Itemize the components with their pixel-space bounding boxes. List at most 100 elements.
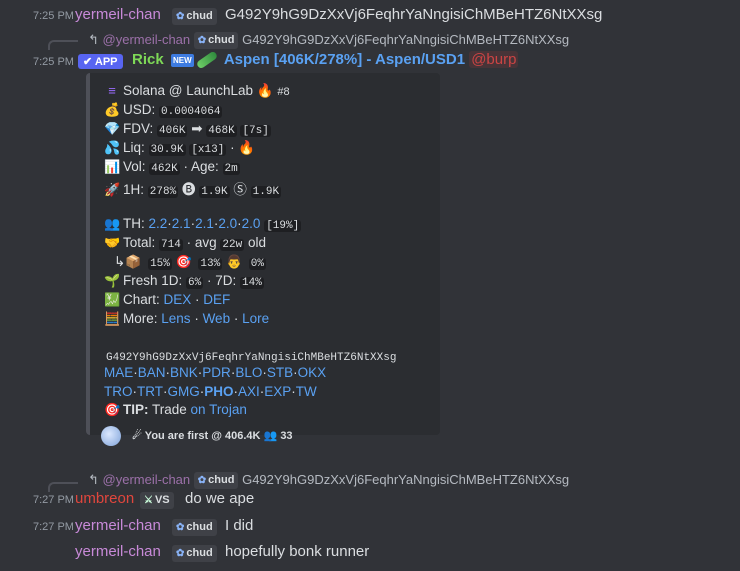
fresh-7d: 14% <box>240 277 264 289</box>
platform-link[interactable]: TRO <box>104 384 133 399</box>
pill-icon <box>195 50 218 70</box>
age-value: 2m <box>222 163 240 175</box>
contract-address[interactable]: G492Y9hG9DzXxVj6FeqhrYaNngisiChMBeHTZ6Nt… <box>104 352 398 364</box>
chart-link[interactable]: DEF <box>203 292 230 307</box>
old-label: old <box>247 235 266 250</box>
platform-link[interactable]: PDR <box>202 365 231 380</box>
check-icon: ✔ <box>83 55 93 68</box>
developer-icon: 👨 <box>226 254 243 269</box>
more-row: 🧮 More: Lens · Web · Lore <box>104 311 270 326</box>
platform-link[interactable]: TW <box>296 384 317 399</box>
fire-icon: 🔥 <box>256 83 274 98</box>
liq-row: 💦 Liq: 30.9K [x13] · 🔥 <box>104 140 256 156</box>
platform-link[interactable]: BNK <box>170 365 198 380</box>
star-icon: ✿ <box>176 548 185 559</box>
comet-icon: ☄ <box>132 429 142 442</box>
embed-header-text: Solana @ LaunchLab <box>123 83 254 98</box>
fresh-1d: 6% <box>186 277 204 289</box>
reply-connector <box>48 482 78 492</box>
platform-link[interactable]: GMG <box>168 384 200 399</box>
username[interactable]: Rick <box>132 51 164 68</box>
th-link[interactable]: 2.0 <box>242 216 261 231</box>
platform-link[interactable]: BLO <box>235 365 262 380</box>
message-header-text: NEW Aspen [406K/278%] - Aspen/USD1 @burp <box>171 50 519 70</box>
platform-link[interactable]: EXP <box>264 384 291 399</box>
fresh-7d-label: 7D: <box>215 273 237 288</box>
address-row[interactable]: G492Y9hG9DzXxVj6FeqhrYaNngisiChMBeHTZ6Nt… <box>104 348 398 364</box>
th-link[interactable]: 2.1 <box>172 216 191 231</box>
platform-link[interactable]: MAE <box>104 365 133 380</box>
mention[interactable]: @burp <box>469 51 519 68</box>
reply-preview[interactable]: ↰ @yermeil-chan ✿ chud G492Y9hG9DzXxVj6Fe… <box>88 472 569 490</box>
reply-username[interactable]: @yermeil-chan <box>103 472 191 487</box>
platform-link[interactable]: BAN <box>138 365 166 380</box>
star-icon: ✿ <box>197 35 207 47</box>
fdv-to: 468K <box>206 125 237 137</box>
more-label: More: <box>123 311 158 326</box>
rank-label: #8 <box>277 86 290 98</box>
message-title: Aspen [406K/278%] - Aspen/USD1 <box>223 51 466 68</box>
more-link[interactable]: Web <box>203 311 231 326</box>
new-icon: NEW <box>171 53 194 67</box>
message-text: I did <box>225 517 254 534</box>
tip-row: 🎯 TIP: Trade on Trojan <box>104 402 247 418</box>
username[interactable]: yermeil-chan <box>75 543 161 560</box>
fdv-from: 406K <box>157 125 188 137</box>
role-tag-label: chud <box>186 521 213 533</box>
h1-label: 1H: <box>123 182 145 197</box>
box-icon: 📦 <box>125 254 142 269</box>
chart-link[interactable]: DEX <box>164 292 192 307</box>
username[interactable]: yermeil-chan <box>75 517 161 534</box>
platform-link[interactable]: STB <box>267 365 293 380</box>
seedling-icon: 🌱 <box>104 273 121 288</box>
reply-role-tag: ✿ chud <box>193 32 239 50</box>
reply-connector <box>48 40 78 50</box>
message-text: hopefully bonk runner <box>225 543 370 560</box>
role-tag[interactable]: ✿ chud <box>172 545 217 562</box>
breakdown-b: 13% <box>198 258 223 270</box>
target-icon: 🎯 <box>104 402 121 417</box>
timestamp: 7:25 PM <box>33 10 74 22</box>
username[interactable]: umbreon <box>75 490 134 507</box>
th-link[interactable]: 2.2 <box>149 216 168 231</box>
tip-text: Trade <box>152 402 187 417</box>
chart-yen-icon: 💹 <box>104 292 121 307</box>
th-link[interactable]: 2.1 <box>195 216 214 231</box>
role-tag[interactable]: ✿ chud <box>172 8 217 25</box>
branch-icon: ↳ <box>114 254 126 269</box>
reply-username[interactable]: @yermeil-chan <box>103 32 191 47</box>
more-link[interactable]: Lens <box>161 311 190 326</box>
reply-role-tag-label: chud <box>208 34 235 47</box>
more-icon: 🧮 <box>104 311 121 326</box>
star-icon: ✿ <box>197 475 207 487</box>
username[interactable]: yermeil-chan <box>75 6 161 23</box>
tip-link[interactable]: on Trojan <box>191 402 247 417</box>
chart-label: Chart: <box>123 292 160 307</box>
people-icon: 👥 <box>263 429 278 442</box>
total-value: 714 <box>159 239 183 251</box>
more-link[interactable]: Lore <box>242 311 269 326</box>
platform-link[interactable]: OKX <box>298 365 327 380</box>
star-icon: ✿ <box>176 522 185 533</box>
role-tag-label: VS <box>154 494 170 506</box>
footer-count: 33 <box>280 429 293 442</box>
role-tag[interactable]: ✿ chud <box>172 519 217 536</box>
th-link[interactable]: 2.0 <box>218 216 237 231</box>
platform-link[interactable]: AXI <box>238 384 260 399</box>
sword-icon: ⚔ <box>144 495 153 506</box>
money-bag-icon: 💰 <box>104 102 121 117</box>
reply-preview[interactable]: ↰ @yermeil-chan ✿ chud G492Y9hG9DzXxVj6Fe… <box>88 32 569 50</box>
chart-row: 💹 Chart: DEX · DEF <box>104 292 231 307</box>
platform-link[interactable]: PHO <box>204 384 233 399</box>
usd-value: 0.0004064 <box>159 106 223 118</box>
role-tag[interactable]: ⚔ VS <box>140 492 174 509</box>
fresh-row: 🌱 Fresh 1D: 6% · 7D: 14% <box>104 273 264 289</box>
vol-label: Vol: <box>123 159 146 174</box>
th-row: 👥 TH: 2.2·2.1·2.1·2.0·2.0 [19%] <box>104 216 302 232</box>
bot-avatar <box>101 426 121 446</box>
app-badge-label: APP <box>94 55 118 68</box>
liq-label: Liq: <box>123 140 145 155</box>
fresh-label: Fresh 1D: <box>123 273 183 288</box>
liq-value: 30.9K <box>148 144 186 156</box>
platform-link[interactable]: TRT <box>137 384 163 399</box>
